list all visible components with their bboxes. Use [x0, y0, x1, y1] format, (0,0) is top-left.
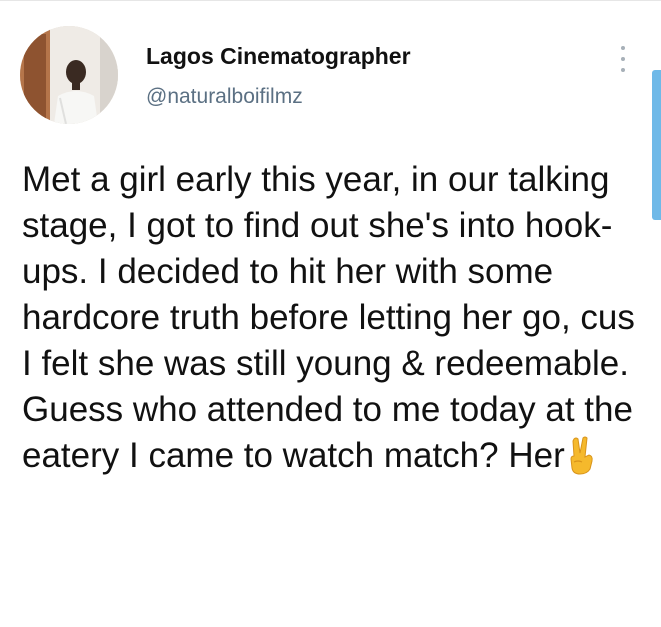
author-handle[interactable]: @naturalboifilmz [146, 84, 411, 110]
avatar[interactable] [20, 26, 118, 124]
more-dot [621, 46, 625, 50]
tweet-card: Lagos Cinematographer @naturalboifilmz M… [0, 0, 661, 627]
victory-hand-icon [565, 435, 597, 475]
author-display-name[interactable]: Lagos Cinematographer [146, 42, 411, 70]
tweet-header: Lagos Cinematographer @naturalboifilmz [146, 42, 411, 110]
profile-photo [20, 26, 118, 124]
tweet-text: Met a girl early this year, in our talki… [22, 160, 635, 475]
divider [0, 0, 661, 1]
more-options-icon[interactable] [614, 44, 632, 74]
tweet-body: Met a girl early this year, in our talki… [22, 157, 647, 479]
scrollbar[interactable] [652, 70, 661, 220]
more-dot [621, 68, 625, 72]
more-dot [621, 57, 625, 61]
